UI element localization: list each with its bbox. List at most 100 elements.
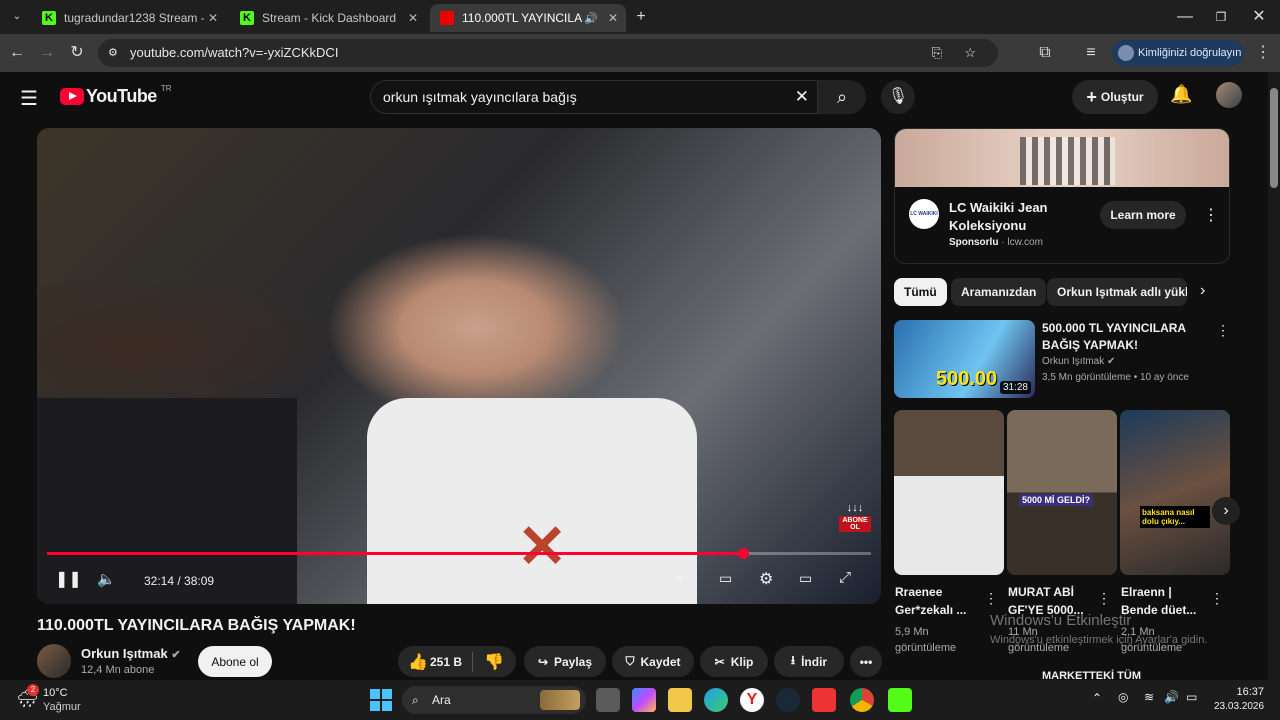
ad-more-icon[interactable]: ⋮	[1203, 205, 1219, 225]
create-button[interactable]: + Oluştur	[1072, 80, 1158, 114]
theater-mode-icon[interactable]: ▭	[799, 570, 812, 587]
page-scrollbar[interactable]	[1268, 72, 1280, 680]
clip-button[interactable]: ✂ Klip	[700, 646, 768, 677]
reload-icon[interactable]: ↻	[66, 42, 88, 64]
short-thumbnail-3[interactable]: baksana nasıl dolu çıkıy...	[1120, 410, 1230, 575]
verify-identity-button[interactable]: Kimliğinizi doğrulayın	[1112, 40, 1244, 66]
close-icon[interactable]: ✕	[208, 11, 218, 25]
channel-avatar[interactable]	[37, 644, 71, 678]
notifications-bell-icon[interactable]: 🔔	[1170, 84, 1192, 105]
volume-tray-icon[interactable]: 🔊	[1164, 690, 1179, 704]
recording-app-icon[interactable]	[812, 688, 836, 712]
chip-from-search[interactable]: Aramanızdan	[951, 278, 1047, 306]
video-player[interactable]: ✕ ↓↓↓ ABONE OL ❚❚ 🔈 32:14 / 38:09 ⏸ ▭ ⚙ …	[37, 128, 881, 604]
close-icon[interactable]: ✕	[408, 11, 418, 25]
wifi-icon[interactable]: ≋	[1144, 690, 1154, 704]
tab-title: 110.000TL YAYINCILARA BA	[462, 11, 582, 25]
battery-icon[interactable]: ▭	[1186, 690, 1197, 704]
forward-icon[interactable]: →	[36, 42, 58, 64]
save-label: Kaydet	[640, 654, 681, 669]
tab-youtube-video[interactable]: 110.000TL YAYINCILARA BA 🔊 ✕	[430, 4, 626, 32]
url-field[interactable]: ⚙ youtube.com/watch?v=-yxiZCKkDCI ⎘ ☆	[98, 39, 998, 67]
youtube-logo[interactable]: YouTube TR	[60, 84, 172, 107]
short-thumbnail-1[interactable]	[894, 410, 1004, 575]
tab-search-icon[interactable]: ⌄	[6, 6, 28, 28]
rec-title[interactable]: 500.000 TL YAYINCILARA BAĞIŞ YAPMAK!	[1042, 320, 1202, 354]
extensions-icon[interactable]: ⧉	[1034, 42, 1056, 64]
chips-next-icon[interactable]: ›	[1200, 282, 1205, 300]
url-text: youtube.com/watch?v=-yxiZCKkDCI	[130, 45, 339, 60]
search-button[interactable]: ⌕	[818, 80, 866, 114]
share-button[interactable]: ↪ Paylaş	[524, 646, 606, 677]
taskbar-search[interactable]: ⌕ Ara	[402, 686, 586, 714]
search-input[interactable]: orkun ışıtmak yayıncılara bağış ✕	[370, 80, 818, 114]
chip-channel-uploads[interactable]: Orkun Işıtmak adlı yükle	[1047, 278, 1187, 306]
fullscreen-icon[interactable]: ⤢	[839, 569, 851, 586]
edge-icon[interactable]	[704, 688, 728, 712]
clock-time[interactable]: 16:37	[1214, 686, 1264, 698]
save-button[interactable]: ⛉ Kaydet	[612, 646, 694, 677]
avatar[interactable]	[1216, 82, 1242, 108]
download-button[interactable]: ⭳ İndir	[774, 646, 844, 677]
pause-icon[interactable]: ❚❚	[55, 569, 82, 589]
like-count[interactable]: 251 B	[430, 655, 462, 669]
chrome-icon[interactable]	[850, 688, 874, 712]
kick-app-icon[interactable]	[888, 688, 912, 712]
copilot-icon[interactable]	[632, 688, 656, 712]
time-display: 32:14 / 38:09	[144, 574, 215, 588]
bookmark-star-icon[interactable]: ☆	[964, 39, 976, 67]
close-icon[interactable]: ✕	[608, 11, 618, 25]
autoplay-toggle-icon[interactable]: ⏸	[677, 571, 684, 587]
create-label: Oluştur	[1100, 90, 1144, 104]
like-icon[interactable]: 👍	[408, 652, 428, 672]
short-title-1[interactable]: Rraenee Ger*zekalı ...	[895, 583, 983, 619]
dislike-icon[interactable]: 👎	[484, 652, 504, 672]
short-more-icon[interactable]: ⋮	[1097, 590, 1111, 607]
scrollbar-thumb[interactable]	[1270, 88, 1278, 188]
task-view-icon[interactable]	[596, 688, 620, 712]
file-explorer-icon[interactable]	[668, 688, 692, 712]
learn-more-button[interactable]: Learn more	[1100, 201, 1186, 229]
subscribe-button[interactable]: Abone ol	[198, 646, 272, 677]
new-tab-icon[interactable]: +	[630, 6, 652, 28]
yandex-icon[interactable]: Y	[740, 688, 764, 712]
shorts-next-button[interactable]: ›	[1212, 497, 1240, 525]
rec-channel: Orkun Işıtmak ✔	[1042, 356, 1116, 367]
subtitles-icon[interactable]: ▭	[719, 570, 732, 587]
activation-watermark-title: Windows'u Etkinleştir	[990, 612, 1132, 629]
like-dislike-group: 👍 251 B 👎	[398, 646, 516, 677]
hamburger-menu-icon[interactable]: ☰	[20, 86, 38, 111]
rec-thumbnail[interactable]: 500.00 31:28	[894, 320, 1035, 398]
settings-gear-icon[interactable]: ⚙	[759, 569, 773, 589]
media-control-icon[interactable]: ≡	[1080, 42, 1102, 64]
install-icon[interactable]: ⎘	[932, 39, 942, 67]
rec-more-icon[interactable]: ⋮	[1216, 322, 1230, 339]
short-thumbnail-2[interactable]: 5000 Mİ GELDİ?	[1007, 410, 1117, 575]
browser-menu-icon[interactable]: ⋮	[1252, 42, 1274, 64]
speaker-icon[interactable]: 🔊	[584, 12, 598, 25]
back-icon[interactable]: ←	[6, 42, 28, 64]
minimize-icon[interactable]: —	[1174, 6, 1196, 28]
divider	[472, 652, 473, 672]
site-info-icon[interactable]: ⚙	[108, 39, 118, 67]
windows-start-icon[interactable]	[370, 689, 392, 711]
ad-card[interactable]: LC WAIKIKI LC Waikiki Jean Koleksiyonu S…	[894, 128, 1230, 264]
volume-icon[interactable]: 🔈	[97, 570, 116, 588]
tab-kick-dashboard[interactable]: K Stream - Kick Dashboard ✕	[230, 4, 426, 32]
maximize-icon[interactable]: ❐	[1210, 6, 1232, 28]
kick-icon: K	[42, 11, 56, 25]
steam-icon[interactable]	[776, 688, 800, 712]
system-tray-app-icon[interactable]: ◎	[1118, 690, 1128, 704]
tab-kick-stream[interactable]: K tugradundar1238 Stream - Wat ✕	[32, 4, 226, 32]
channel-name[interactable]: Orkun Işıtmak ✔	[81, 646, 181, 661]
clock-date[interactable]: 23.03.2026	[1214, 701, 1264, 712]
chip-all[interactable]: Tümü	[894, 278, 947, 306]
short-more-icon[interactable]: ⋮	[1210, 590, 1224, 607]
show-hidden-icons[interactable]: ⌃	[1092, 691, 1102, 705]
voice-search-button[interactable]: 🎙	[881, 80, 915, 114]
clear-search-icon[interactable]: ✕	[795, 81, 809, 113]
more-actions-button[interactable]: •••	[850, 646, 882, 677]
short-title-3[interactable]: Elraenn | Bende düet...	[1121, 583, 1209, 619]
window-close-icon[interactable]: ✕	[1248, 6, 1270, 28]
short-more-icon[interactable]: ⋮	[984, 590, 998, 607]
